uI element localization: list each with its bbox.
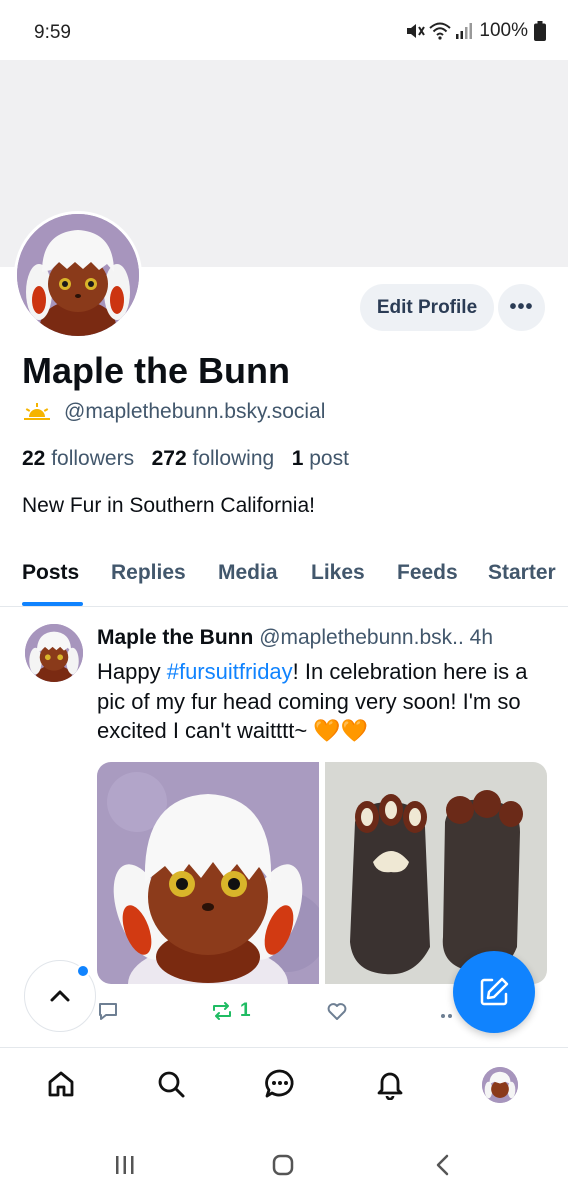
profile-tabs: Posts Replies Media Likes Feeds Starter — [0, 545, 568, 607]
post-text-start: Happy — [97, 659, 167, 684]
profile-avatar[interactable] — [14, 211, 142, 339]
post-text: Happy #fursuitfriday! In celebration her… — [97, 657, 557, 746]
recent-apps-icon[interactable] — [114, 1154, 136, 1176]
tab-posts[interactable]: Posts — [22, 561, 79, 585]
status-bar: 9:59 100% — [0, 0, 568, 60]
battery-percent: 100% — [479, 20, 528, 41]
bottom-navigation — [0, 1047, 568, 1127]
active-tab-indicator — [22, 602, 83, 606]
post-author-avatar[interactable] — [25, 624, 83, 682]
tab-starter[interactable]: Starter — [488, 561, 556, 585]
tab-feeds[interactable]: Feeds — [397, 561, 458, 585]
posts-count: 1 — [291, 447, 304, 470]
compose-icon — [480, 977, 509, 1006]
following-count: 272 — [151, 447, 187, 470]
search-icon — [158, 1071, 185, 1098]
post-header: Maple the Bunn @maplethebunn.bsk.. 4h — [97, 626, 549, 650]
wifi-icon — [429, 22, 452, 40]
more-icon: ••• — [509, 296, 534, 318]
nav-home[interactable] — [44, 1067, 78, 1101]
profile-handle-row: @maplethebunn.bsky.social — [22, 400, 325, 424]
chat-icon — [265, 1069, 294, 1098]
heart-icon — [327, 1003, 347, 1020]
tab-replies[interactable]: Replies — [111, 561, 186, 585]
more-options-button[interactable]: ••• — [498, 284, 545, 331]
post-author-handle[interactable]: @maplethebunn.bsk.. — [259, 626, 464, 649]
status-icons: 100% — [405, 20, 546, 42]
nav-notifications[interactable] — [373, 1067, 407, 1101]
post-author-name[interactable]: Maple the Bunn — [97, 626, 253, 649]
nav-chat[interactable] — [263, 1067, 297, 1101]
new-posts-dot — [76, 964, 90, 978]
followers-link[interactable]: 22 followers — [22, 447, 134, 470]
followers-count: 22 — [22, 447, 46, 470]
mute-icon — [407, 24, 426, 38]
chevron-up-icon — [50, 990, 70, 1002]
posts-stat: 1 post — [292, 447, 349, 470]
reply-icon — [99, 1003, 117, 1020]
profile-bio: New Fur in Southern California! — [22, 494, 315, 517]
system-navigation-bar — [0, 1130, 568, 1200]
post-time[interactable]: 4h — [470, 626, 493, 649]
nav-search[interactable] — [154, 1067, 188, 1101]
home-icon — [48, 1071, 74, 1097]
posts-label: post — [309, 447, 349, 470]
like-button[interactable] — [326, 1000, 354, 1022]
status-time: 9:59 — [34, 22, 71, 43]
repost-count: 1 — [240, 1000, 251, 1021]
following-label: following — [192, 447, 275, 470]
edit-profile-button[interactable]: Edit Profile — [360, 284, 494, 331]
hashtag-link[interactable]: #fursuitfriday — [167, 659, 293, 684]
tab-likes[interactable]: Likes — [311, 561, 365, 585]
home-system-icon[interactable] — [272, 1154, 294, 1176]
profile-stats: 22 followers 272 following 1 post — [22, 447, 349, 471]
post-image-fursuit-head[interactable] — [97, 762, 319, 984]
battery-icon — [534, 21, 546, 41]
signal-icon — [456, 23, 473, 39]
tab-media[interactable]: Media — [218, 561, 278, 585]
profile-display-name: Maple the Bunn — [22, 350, 290, 391]
compose-button[interactable] — [453, 951, 535, 1033]
following-link[interactable]: 272 following — [152, 447, 275, 470]
profile-handle: @maplethebunn.bsky.social — [64, 400, 326, 423]
post-image-paws[interactable] — [325, 762, 547, 984]
nav-profile-avatar[interactable] — [482, 1067, 518, 1103]
repost-button[interactable]: 1 — [210, 1000, 251, 1022]
followers-label: followers — [51, 447, 135, 470]
repost-icon — [213, 1002, 231, 1020]
sunrise-icon — [24, 403, 50, 420]
reply-button[interactable] — [97, 1000, 125, 1022]
bell-icon — [377, 1072, 403, 1100]
back-icon[interactable] — [434, 1154, 452, 1176]
